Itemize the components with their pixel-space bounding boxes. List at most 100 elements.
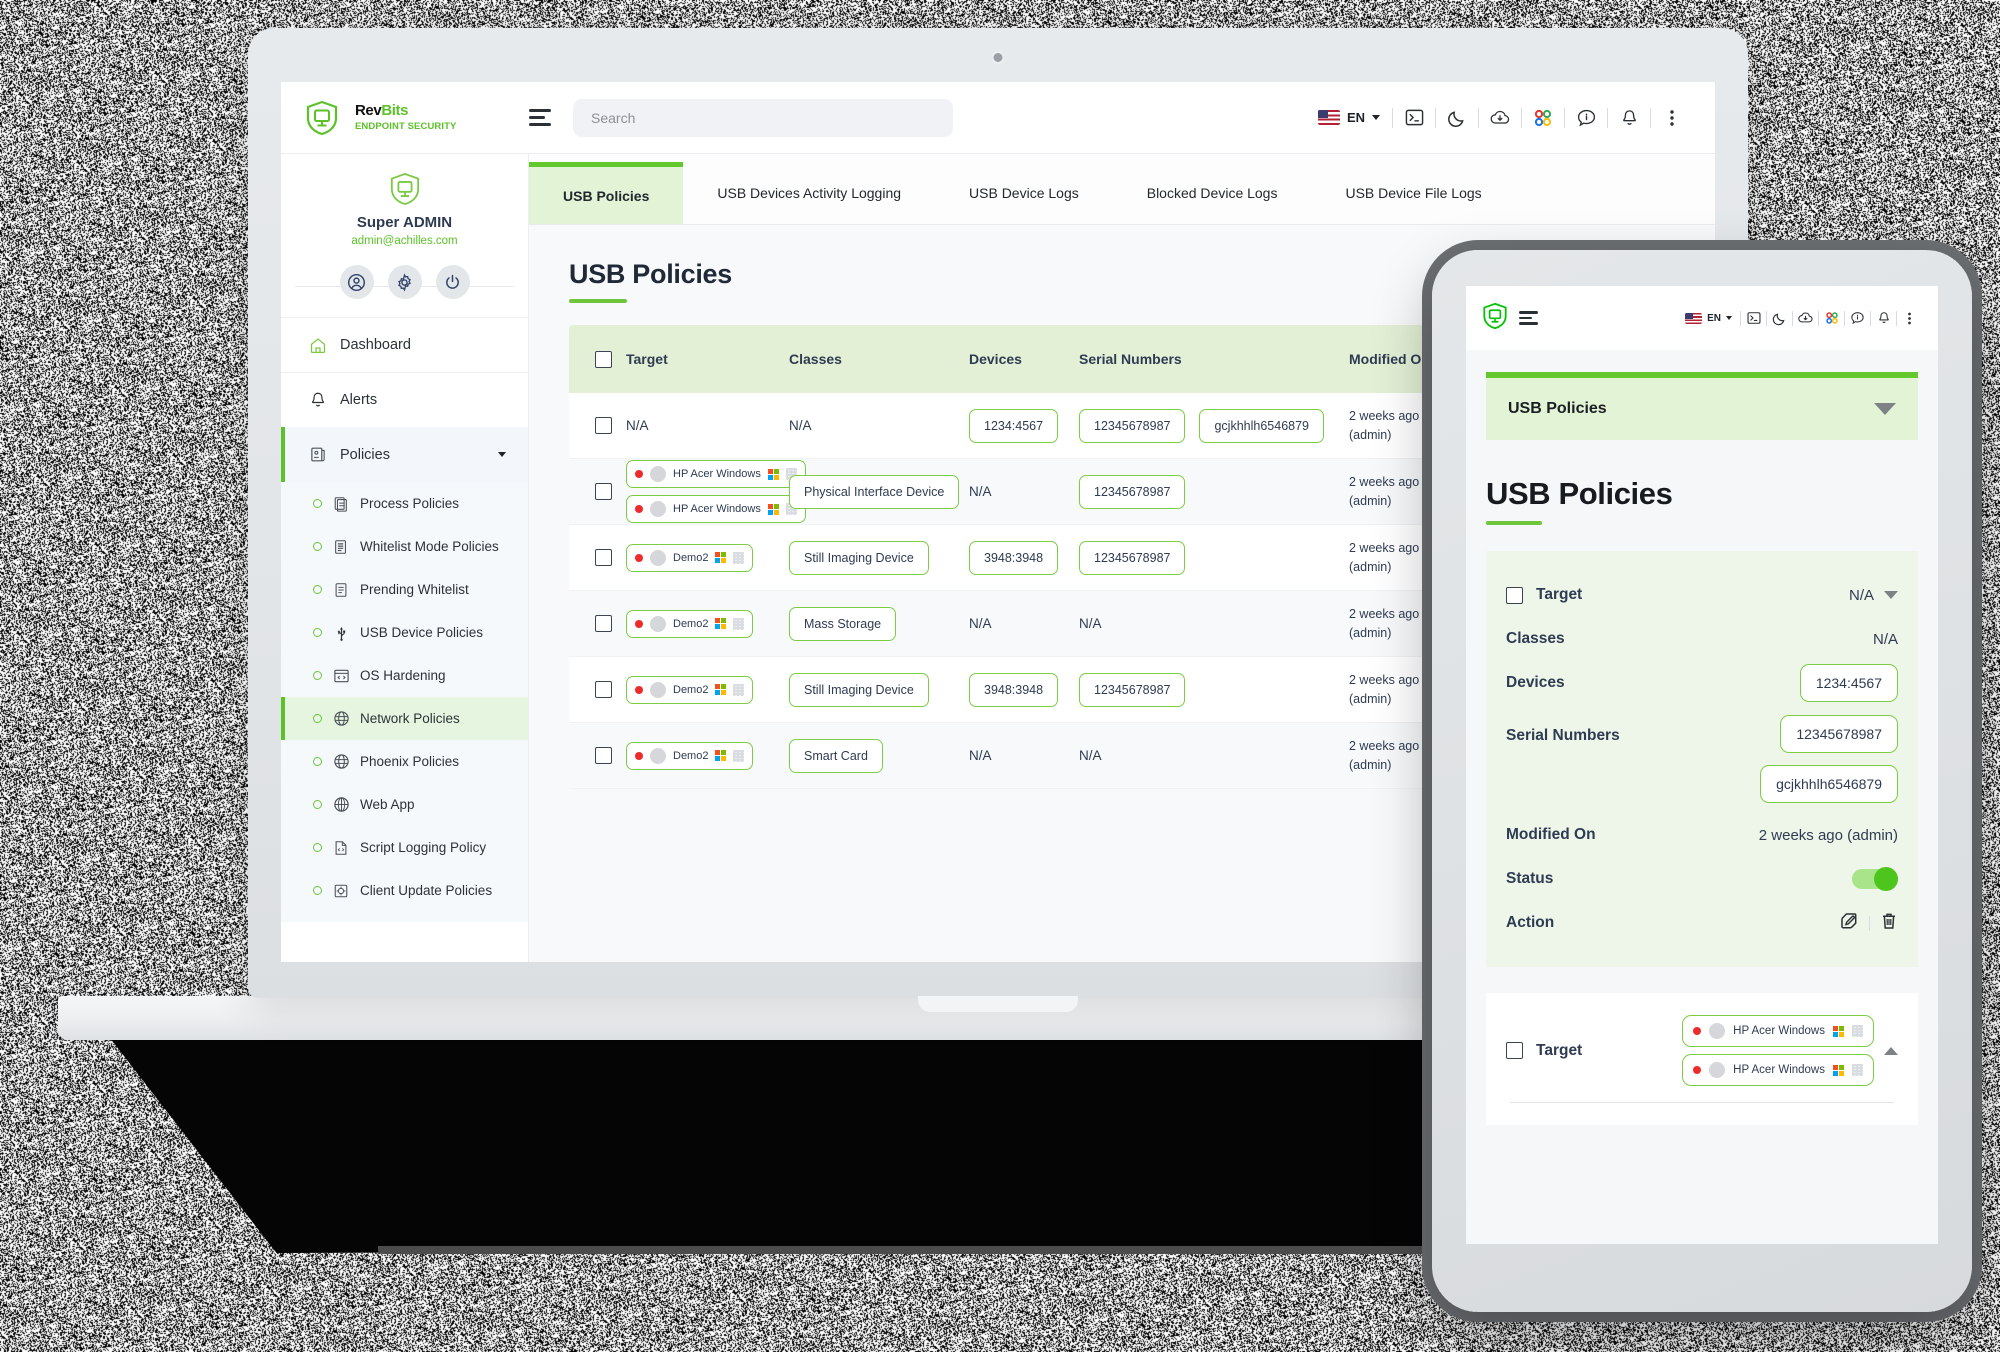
bell-icon[interactable] — [1608, 101, 1650, 135]
class-chip[interactable]: Still Imaging Device — [789, 540, 929, 575]
sidebar-sub-label: OS Hardening — [360, 668, 446, 683]
target-chip[interactable]: HP Acer Windows — [1682, 1054, 1874, 1086]
grid-icon — [1852, 1025, 1863, 1037]
chevron-down-icon — [1372, 115, 1380, 120]
trash-delete-icon[interactable] — [1880, 911, 1898, 935]
sidebar-item-network-policies[interactable]: Network Policies — [281, 697, 528, 740]
chevron-up-icon[interactable] — [1884, 1046, 1898, 1055]
sidebar-item-alerts[interactable]: Alerts — [281, 372, 528, 427]
target-chip[interactable]: HP Acer Windows — [626, 460, 806, 488]
language-selector[interactable]: EN — [1685, 312, 1740, 324]
language-selector[interactable]: EN — [1306, 110, 1392, 125]
cell-devices: 3948:3948 — [969, 672, 1079, 707]
windows-logo-icon — [715, 552, 727, 563]
serial-chip[interactable]: 12345678987 — [1079, 540, 1186, 575]
device-chip[interactable]: 1234:4567 — [969, 408, 1059, 443]
serial-chip[interactable]: gcjkhhlh6546879 — [1760, 765, 1898, 803]
sidebar-item-script-logging-policy[interactable]: Script Logging Policy — [281, 826, 528, 869]
sidebar-item-web-app[interactable]: Web App — [281, 783, 528, 826]
terminal-icon[interactable] — [1741, 305, 1766, 331]
row-select-checkbox[interactable] — [595, 483, 612, 500]
sidebar-item-prending-whitelist[interactable]: Prending Whitelist — [281, 568, 528, 611]
chip-label: HP Acer Windows — [673, 503, 761, 515]
sidebar-sub-label: Process Policies — [360, 496, 460, 511]
serial-chip[interactable]: gcjkhhlh6546879 — [1199, 408, 1325, 443]
moon-icon[interactable] — [1767, 305, 1792, 331]
sidebar-item-usb-device-policies[interactable]: USB Device Policies — [281, 611, 528, 654]
row-select-checkbox[interactable] — [595, 615, 612, 632]
target-chip[interactable]: HP Acer Windows — [626, 495, 806, 523]
serial-chip[interactable]: 12345678987 — [1079, 474, 1186, 509]
row-select-checkbox[interactable] — [595, 549, 612, 566]
modified-text: 2 weeks ago (admin) — [1349, 673, 1420, 706]
device-chip[interactable]: 1234:4567 — [1799, 664, 1898, 702]
edit-pencil-icon[interactable] — [1839, 911, 1859, 935]
chevron-down-icon — [1874, 403, 1896, 415]
device-chip[interactable]: 3948:3948 — [969, 540, 1059, 575]
sidebar-item-phoenix-policies[interactable]: Phoenix Policies — [281, 740, 528, 783]
mobile-tab-selector[interactable]: USB Policies — [1486, 372, 1918, 440]
menu-hamburger-icon[interactable] — [529, 109, 551, 126]
apps-grid-icon[interactable] — [1819, 305, 1844, 331]
sidebar-item-os-hardening[interactable]: OS Hardening — [281, 654, 528, 697]
class-chip[interactable]: Physical Interface Device — [789, 474, 960, 509]
serial-chip[interactable]: 12345678987 — [1780, 715, 1898, 753]
avatar — [650, 501, 666, 517]
tab-usb-device-logs[interactable]: USB Device Logs — [935, 162, 1113, 224]
windows-logo-icon — [767, 468, 779, 480]
row-select-checkbox[interactable] — [595, 747, 612, 764]
bell-icon[interactable] — [1871, 305, 1896, 331]
info-icon[interactable] — [1845, 305, 1870, 331]
row-select-checkbox[interactable] — [1506, 1042, 1523, 1059]
bullet-ring-icon — [313, 886, 322, 895]
settings-gear-icon[interactable] — [387, 265, 422, 299]
kebab-menu-icon[interactable] — [1897, 305, 1922, 331]
serial-chip[interactable]: 12345678987 — [1079, 408, 1186, 443]
target-chip[interactable]: Demo2 — [626, 675, 754, 704]
class-chip[interactable]: Still Imaging Device — [789, 672, 929, 707]
sidebar-item-client-update-policies[interactable]: Client Update Policies — [281, 869, 528, 912]
power-icon[interactable] — [435, 265, 470, 299]
tab-usb-device-file-logs[interactable]: USB Device File Logs — [1311, 162, 1515, 224]
target-chip[interactable]: Demo2 — [626, 741, 754, 770]
info-icon[interactable] — [1565, 101, 1607, 135]
class-chip[interactable]: Smart Card — [789, 738, 883, 773]
status-toggle[interactable] — [1852, 867, 1898, 891]
cloud-download-icon[interactable] — [1479, 101, 1521, 135]
target-chip[interactable]: HP Acer Windows — [1682, 1015, 1874, 1047]
kebab-menu-icon[interactable] — [1651, 101, 1693, 135]
select-all-checkbox[interactable] — [595, 350, 612, 368]
sidebar-item-policies[interactable]: Policies — [281, 427, 528, 482]
device-chip[interactable]: 3948:3948 — [969, 672, 1059, 707]
cell-target: HP Acer Windows HP Acer Windows — [569, 460, 806, 523]
cell-target: N/A — [569, 417, 789, 434]
chevron-down-icon[interactable] — [1884, 591, 1898, 599]
sidebar-item-dashboard[interactable]: Dashboard — [281, 317, 528, 372]
serial-chip[interactable]: 12345678987 — [1079, 672, 1186, 707]
terminal-icon[interactable] — [1393, 101, 1435, 135]
profile-icon[interactable] — [339, 265, 374, 299]
mobile-row-devices: Devices 1234:4567 — [1506, 661, 1898, 705]
tab-blocked-device-logs[interactable]: Blocked Device Logs — [1113, 162, 1312, 224]
laptop-camera-icon — [993, 53, 1003, 62]
global-search-input[interactable] — [573, 98, 953, 137]
tab-usb-policies[interactable]: USB Policies — [529, 162, 684, 224]
mobile-row-action: Action — [1506, 901, 1898, 945]
row-select-checkbox[interactable] — [595, 417, 612, 434]
apps-grid-icon[interactable] — [1522, 101, 1564, 135]
sidebar-sub-label: Whitelist Mode Policies — [360, 539, 499, 554]
row-select-checkbox[interactable] — [595, 681, 612, 698]
revbits-shield-logo-icon — [305, 100, 339, 136]
avatar — [650, 466, 666, 482]
moon-icon[interactable] — [1436, 101, 1478, 135]
sidebar-item-whitelist-mode-policies[interactable]: Whitelist Mode Policies — [281, 525, 528, 568]
tab-usb-devices-activity-logging[interactable]: USB Devices Activity Logging — [683, 162, 935, 224]
target-chip[interactable]: Demo2 — [626, 543, 754, 572]
cloud-download-icon[interactable] — [1793, 305, 1818, 331]
menu-hamburger-icon[interactable] — [1519, 311, 1538, 325]
target-chip[interactable]: Demo2 — [626, 609, 754, 638]
class-chip[interactable]: Mass Storage — [789, 606, 897, 641]
row-select-checkbox[interactable] — [1506, 586, 1523, 604]
mobile-title-underline — [1486, 521, 1542, 525]
sidebar-item-process-policies[interactable]: Process Policies — [281, 482, 528, 525]
